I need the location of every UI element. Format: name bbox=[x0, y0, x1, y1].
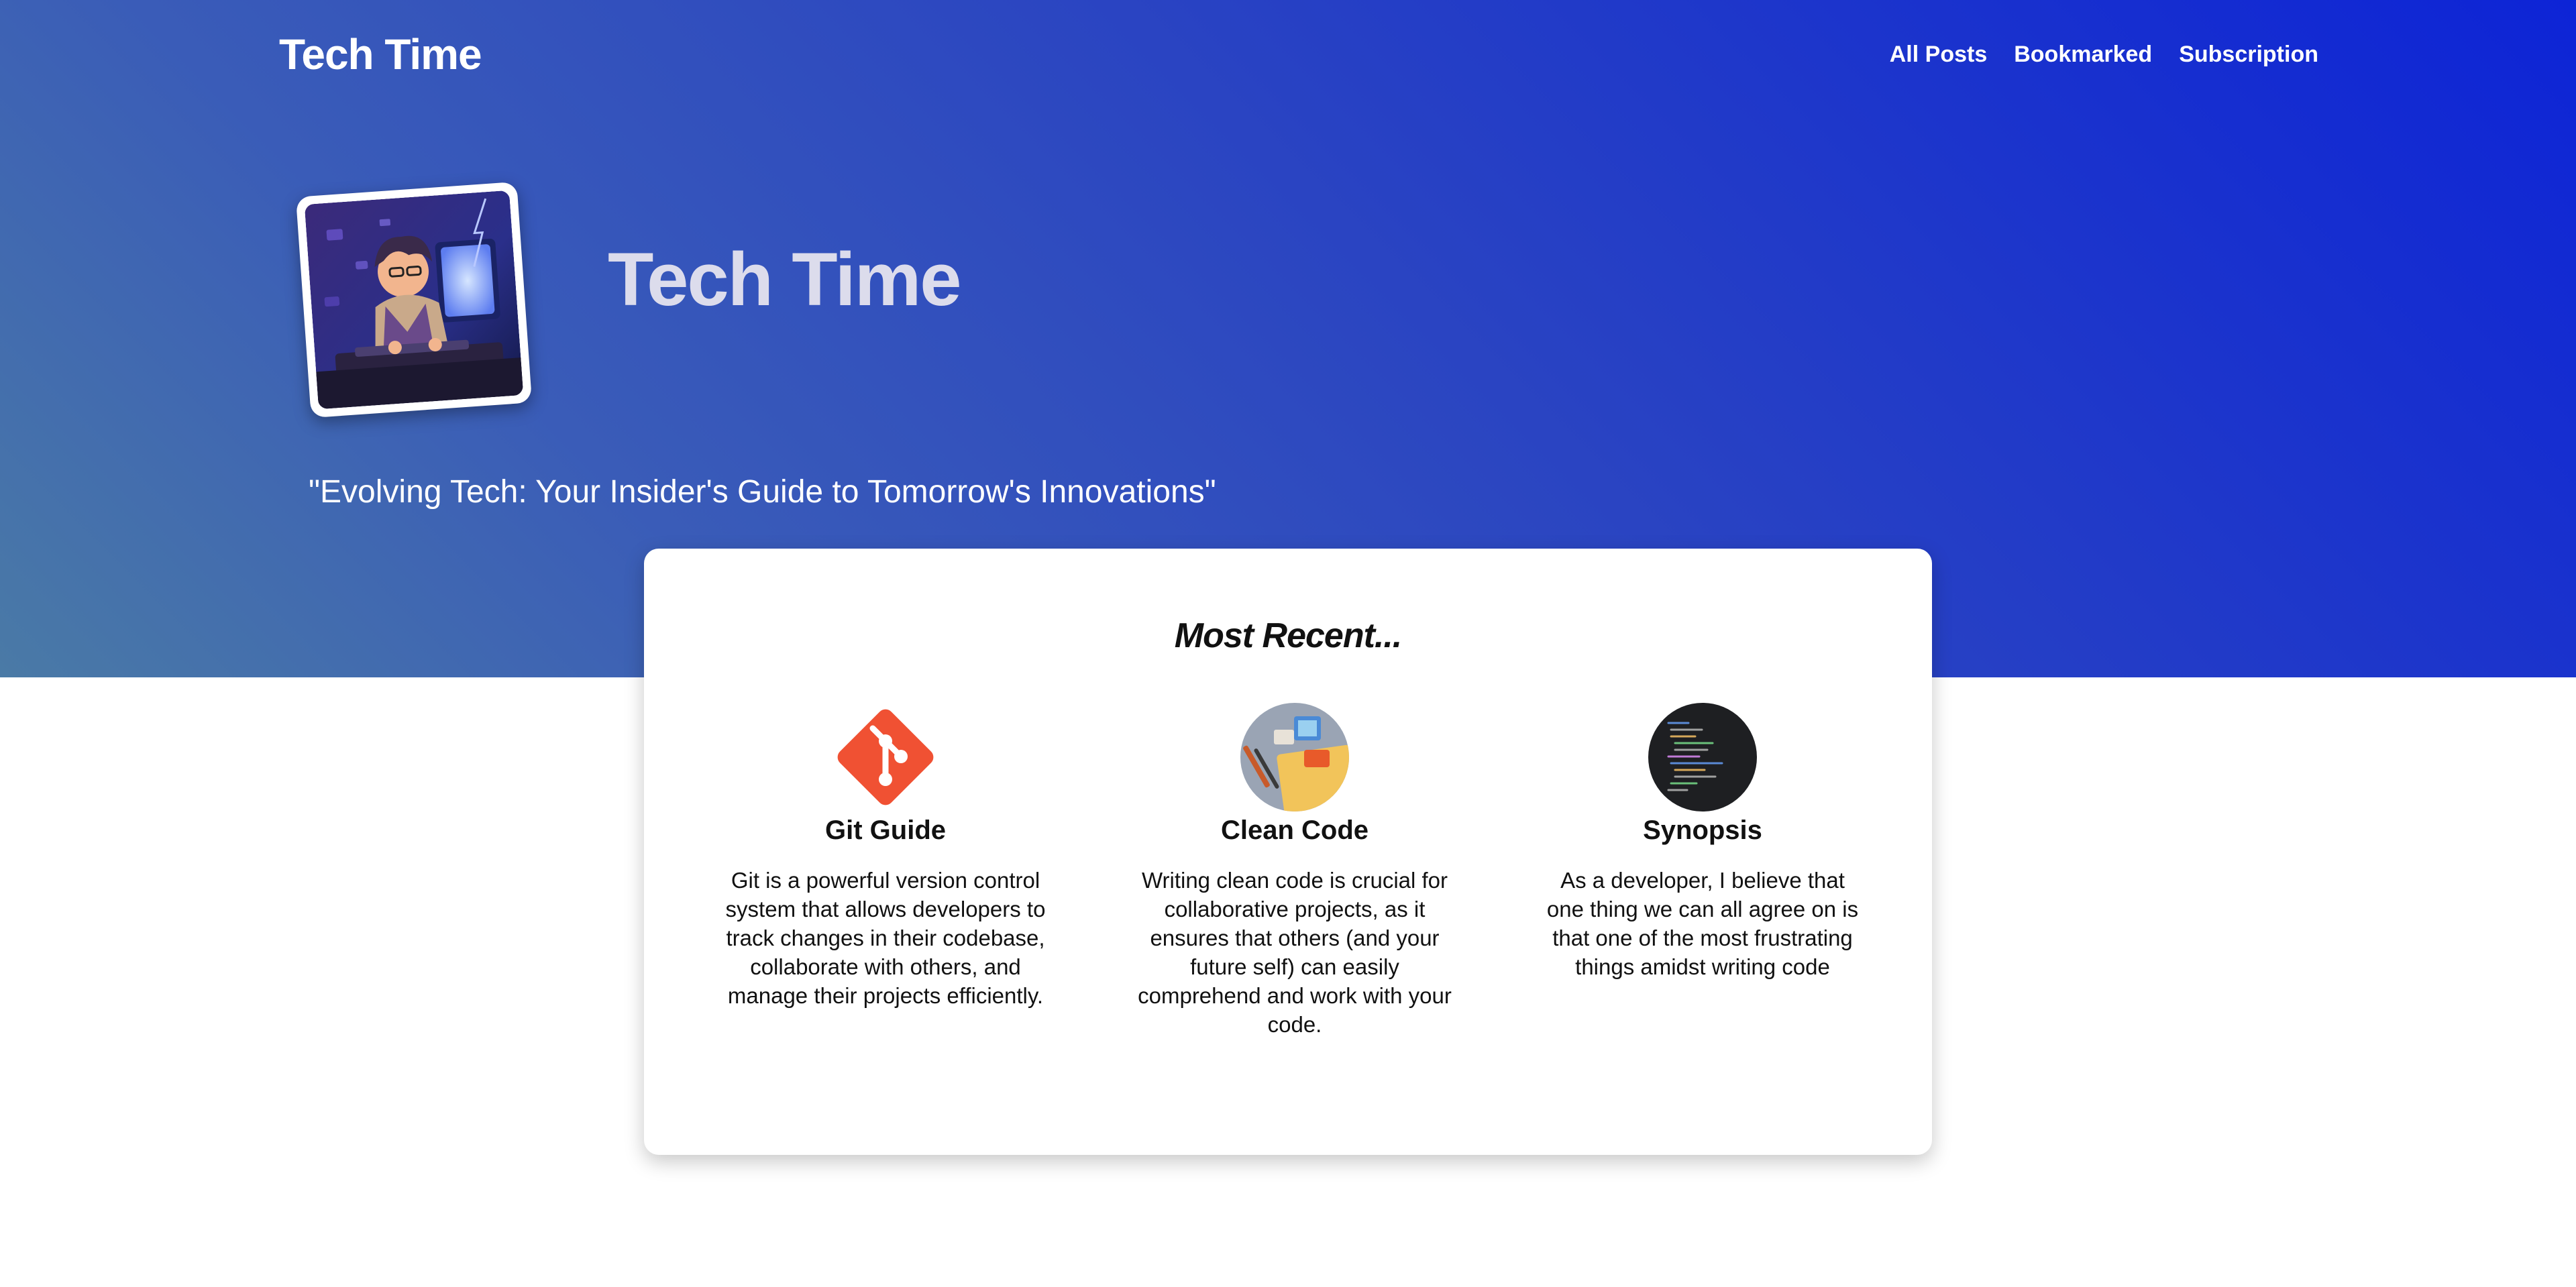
git-logo-icon bbox=[831, 703, 940, 812]
nav-all-posts[interactable]: All Posts bbox=[1890, 42, 1987, 68]
post-card-clean-code[interactable]: Clean Code Writing clean code is crucial… bbox=[1127, 703, 1462, 1039]
main-nav: All Posts Bookmarked Subscription bbox=[1890, 42, 2318, 68]
nav-bookmarked[interactable]: Bookmarked bbox=[2014, 42, 2152, 68]
most-recent-card: Most Recent... Git Guide Git is a powerf… bbox=[644, 549, 1932, 1155]
nav-subscription[interactable]: Subscription bbox=[2179, 42, 2318, 68]
hero-tagline: "Evolving Tech: Your Insider's Guide to … bbox=[309, 474, 1216, 510]
top-navbar: Tech Time All Posts Bookmarked Subscript… bbox=[0, 0, 2576, 110]
hero-title: Tech Time bbox=[608, 237, 962, 321]
post-excerpt: Writing clean code is crucial for collab… bbox=[1138, 868, 1452, 1037]
post-excerpt: As a developer, I believe that one thing… bbox=[1546, 868, 1859, 979]
most-recent-heading: Most Recent... bbox=[1174, 616, 1403, 655]
post-title: Clean Code bbox=[1220, 816, 1369, 845]
developer-illustration bbox=[304, 190, 524, 410]
clean-code-thumbnail-icon bbox=[1240, 703, 1349, 812]
post-excerpt: Git is a powerful version control system… bbox=[725, 868, 1046, 1008]
profile-avatar bbox=[295, 181, 533, 418]
site-brand[interactable]: Tech Time bbox=[279, 30, 482, 79]
code-screen-thumbnail-icon bbox=[1648, 703, 1757, 812]
post-title: Git Guide bbox=[825, 816, 946, 845]
post-card-git-guide[interactable]: Git Guide Git is a powerful version cont… bbox=[718, 703, 1053, 1010]
post-title: Synopsis bbox=[1643, 816, 1762, 845]
post-card-synopsis[interactable]: Synopsis As a developer, I believe that … bbox=[1535, 703, 1870, 981]
